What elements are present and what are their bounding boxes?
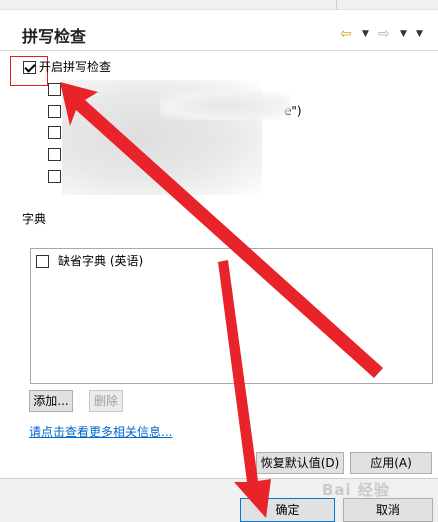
page-title: 拼写检查 (22, 27, 87, 46)
title-divider (0, 50, 438, 51)
spell-option-4-checkbox[interactable] (48, 148, 61, 161)
back-history-chevron-down-icon[interactable]: ▼ (362, 25, 369, 43)
spell-option-5-checkbox[interactable] (48, 170, 61, 183)
view-menu-chevron-down-icon[interactable]: ▼ (416, 25, 423, 43)
cancel-button[interactable]: 取消 (343, 498, 433, 522)
forward-arrow-icon[interactable]: ⇨ (378, 25, 390, 43)
restore-defaults-button[interactable]: 恢复默认值(D) (256, 452, 344, 474)
dictionary-list[interactable]: 缺省字典 (英语) (30, 248, 433, 384)
redacted-blur-region-secondary (160, 92, 290, 120)
default-dictionary-label: 缺省字典 (英语) (58, 254, 144, 268)
forward-history-chevron-down-icon[interactable]: ▼ (400, 25, 407, 43)
spell-option-3-checkbox[interactable] (48, 126, 61, 139)
more-info-link[interactable]: 请点击查看更多相关信息... (29, 423, 172, 440)
apply-button[interactable]: 应用(A) (350, 452, 432, 474)
delete-dictionary-button[interactable]: 删除 (89, 390, 123, 412)
spell-option-2-checkbox[interactable] (48, 105, 61, 118)
back-arrow-icon[interactable]: ⇦ (340, 25, 352, 43)
spell-option-1-checkbox[interactable] (48, 83, 61, 96)
top-strip-divider (336, 0, 337, 10)
default-dictionary-checkbox[interactable] (36, 255, 49, 268)
baidu-watermark: Bai 经验 (322, 481, 390, 499)
ok-button[interactable]: 确定 (240, 498, 335, 522)
add-dictionary-button[interactable]: 添加... (29, 390, 73, 412)
enable-spellcheck-checkbox[interactable] (23, 61, 36, 74)
top-strip (0, 0, 438, 10)
enable-spellcheck-label: 开启拼写检查 (39, 60, 112, 74)
dictionary-section-title: 字典 (22, 212, 47, 226)
